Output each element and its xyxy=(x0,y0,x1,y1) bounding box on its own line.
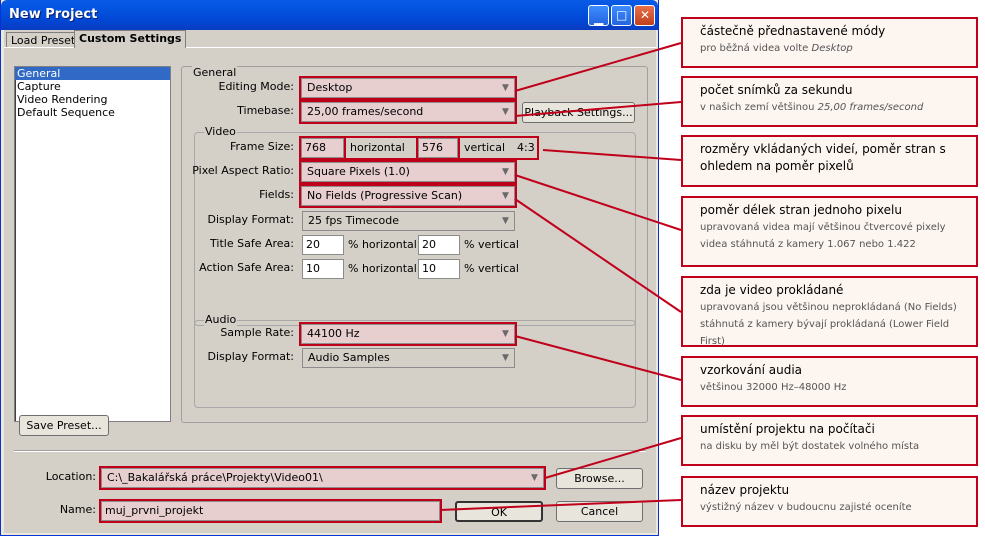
chevron-down-icon: ▼ xyxy=(502,107,509,117)
name-label: Name: xyxy=(59,503,96,516)
callout-sample-rate: vzorkování audia většinou 32000 Hz–48000… xyxy=(681,356,978,407)
callout-pixel-aspect: poměr délek stran jednoho pixelu upravov… xyxy=(681,196,978,267)
audio-display-format-select[interactable]: Audio Samples ▼ xyxy=(302,348,515,368)
callout-title: počet snímků za sekundu xyxy=(700,83,853,97)
pixel-aspect-value: Square Pixels (1.0) xyxy=(307,165,410,178)
audio-display-format-label: Display Format: xyxy=(207,350,294,363)
callout-subtitle: výstižný název v budoucnu zajisté ocenít… xyxy=(700,502,912,513)
settings-area: General Editing Mode: Desktop ▼ Timebase… xyxy=(181,66,648,423)
custom-settings-panel: General Capture Video Rendering Default … xyxy=(4,47,656,533)
chevron-down-icon: ▼ xyxy=(502,191,509,201)
pixel-aspect-select[interactable]: Square Pixels (1.0) ▼ xyxy=(299,160,517,184)
audio-group-label: Audio xyxy=(204,313,238,326)
action-safe-v-unit: % vertical xyxy=(464,262,519,275)
callout-title: částečně přednastavené módy xyxy=(700,24,886,38)
callout-name: název projektu výstižný název v budoucnu… xyxy=(681,476,978,527)
callout-title: vzorkování audia xyxy=(700,363,803,377)
callout-subtitle: upravovaná jsou většinou neprokládaná (N… xyxy=(700,302,957,313)
timebase-select[interactable]: 25,00 frames/second ▼ xyxy=(299,100,517,124)
chevron-down-icon: ▼ xyxy=(502,216,509,226)
callout-title: poměr délek stran jednoho pixelu xyxy=(700,203,902,217)
callout-location: umístění projektu na počítači na disku b… xyxy=(681,415,978,466)
action-safe-label: Action Safe Area: xyxy=(199,261,294,274)
timebase-value: 25,00 frames/second xyxy=(307,105,424,118)
location-value: C:\_Bakalářská práce\Projekty\Video01\ xyxy=(107,471,323,484)
minimize-button[interactable]: ▁ xyxy=(588,5,609,26)
video-display-format-label: Display Format: xyxy=(207,213,294,226)
callout-subtitle: většinou 32000 Hz–48000 Hz xyxy=(700,382,847,393)
editing-mode-value: Desktop xyxy=(307,81,353,94)
nav-item-general[interactable]: General xyxy=(15,67,170,80)
tab-custom-settings[interactable]: Custom Settings xyxy=(74,30,187,48)
callout-title: název projektu xyxy=(700,483,790,497)
callout-fields: zda je video prokládané upravovaná jsou … xyxy=(681,276,978,347)
callout-subtitle-2: videa stáhnutá z kamery 1.067 nebo 1.422 xyxy=(700,239,916,250)
callout-subtitle: upravovaná videa mají většinou čtvercové… xyxy=(700,222,946,233)
sample-rate-select[interactable]: 44100 Hz ▼ xyxy=(299,322,517,346)
close-button[interactable]: ✕ xyxy=(634,5,655,26)
settings-category-list[interactable]: General Capture Video Rendering Default … xyxy=(14,66,171,422)
title-safe-label: Title Safe Area: xyxy=(210,237,294,250)
callout-subtitle: na disku by měl být dostatek volného mís… xyxy=(700,441,920,452)
video-display-format-value: 25 fps Timecode xyxy=(308,214,400,227)
fields-select[interactable]: No Fields (Progressive Scan) ▼ xyxy=(299,184,517,208)
video-group-label: Video xyxy=(204,125,237,138)
maximize-button[interactable]: □ xyxy=(611,5,632,26)
cancel-button[interactable]: Cancel xyxy=(556,501,643,522)
timebase-label: Timebase: xyxy=(237,104,294,117)
fields-value: No Fields (Progressive Scan) xyxy=(307,189,463,202)
location-label: Location: xyxy=(45,470,96,483)
title-safe-v-input[interactable]: 20 xyxy=(418,235,460,255)
tab-load-preset[interactable]: Load Preset xyxy=(6,32,81,48)
callout-title: umístění projektu na počítači xyxy=(700,422,875,436)
callout-subtitle: v našich zemí většinou 25,00 frames/seco… xyxy=(700,102,924,113)
action-safe-h-unit: % horizontal xyxy=(348,262,417,275)
callout-title: rozměry vkládaných videí, poměr stran s … xyxy=(700,142,946,173)
chevron-down-icon: ▼ xyxy=(502,167,509,177)
browse-button[interactable]: Browse... xyxy=(556,468,643,489)
title-safe-h-input[interactable]: 20 xyxy=(302,235,344,255)
general-group-label: General xyxy=(192,66,238,79)
chevron-down-icon: ▼ xyxy=(502,353,509,363)
chevron-down-icon: ▼ xyxy=(531,473,538,483)
maximize-icon: □ xyxy=(616,8,628,22)
ok-button[interactable]: OK xyxy=(455,501,543,522)
callout-timebase: počet snímků za sekundu v našich zemí vě… xyxy=(681,76,978,127)
callout-title: zda je video prokládané xyxy=(700,283,844,297)
action-safe-v-input[interactable]: 10 xyxy=(418,259,460,279)
editing-mode-label: Editing Mode: xyxy=(218,80,295,93)
playback-settings-button[interactable]: Playback Settings... xyxy=(522,102,635,123)
nav-item-video-rendering[interactable]: Video Rendering xyxy=(15,93,170,106)
callout-frame-size: rozměry vkládaných videí, poměr stran s … xyxy=(681,135,978,187)
new-project-dialog: New Project ▁ □ ✕ Load Preset Custom Set… xyxy=(0,0,659,536)
frame-size-highlight xyxy=(299,136,539,160)
dialog-body: Load Preset Custom Settings General Capt… xyxy=(4,30,656,533)
nav-item-capture[interactable]: Capture xyxy=(15,80,170,93)
sample-rate-value: 44100 Hz xyxy=(307,327,360,340)
chevron-down-icon: ▼ xyxy=(502,329,509,339)
editing-mode-select[interactable]: Desktop ▼ xyxy=(299,76,517,100)
title-bar[interactable]: New Project ▁ □ ✕ xyxy=(1,0,658,30)
callout-subtitle-2: stáhnutá z kamery bývají prokládaná (Low… xyxy=(700,319,950,347)
save-preset-button[interactable]: Save Preset... xyxy=(19,415,109,436)
title-safe-v-unit: % vertical xyxy=(464,238,519,251)
fields-label: Fields: xyxy=(259,188,294,201)
footer-separator xyxy=(14,450,646,452)
minimize-icon: ▁ xyxy=(594,11,604,25)
audio-display-format-value: Audio Samples xyxy=(308,351,390,364)
action-safe-h-input[interactable]: 10 xyxy=(302,259,344,279)
project-name-input[interactable]: muj_prvni_projekt xyxy=(99,499,442,523)
sample-rate-label: Sample Rate: xyxy=(220,326,294,339)
location-select[interactable]: C:\_Bakalářská práce\Projekty\Video01\ ▼ xyxy=(99,466,546,490)
pixel-aspect-label: Pixel Aspect Ratio: xyxy=(192,164,294,177)
close-icon: ✕ xyxy=(640,8,651,22)
callout-subtitle: pro běžná videa volte Desktop xyxy=(700,43,853,54)
nav-item-default-sequence[interactable]: Default Sequence xyxy=(15,106,170,119)
window-title: New Project xyxy=(9,7,98,22)
frame-size-label: Frame Size: xyxy=(229,140,294,153)
title-safe-h-unit: % horizontal xyxy=(348,238,417,251)
callout-editing-mode: částečně přednastavené módy pro běžná vi… xyxy=(681,17,978,68)
chevron-down-icon: ▼ xyxy=(502,83,509,93)
video-display-format-select[interactable]: 25 fps Timecode ▼ xyxy=(302,211,515,231)
